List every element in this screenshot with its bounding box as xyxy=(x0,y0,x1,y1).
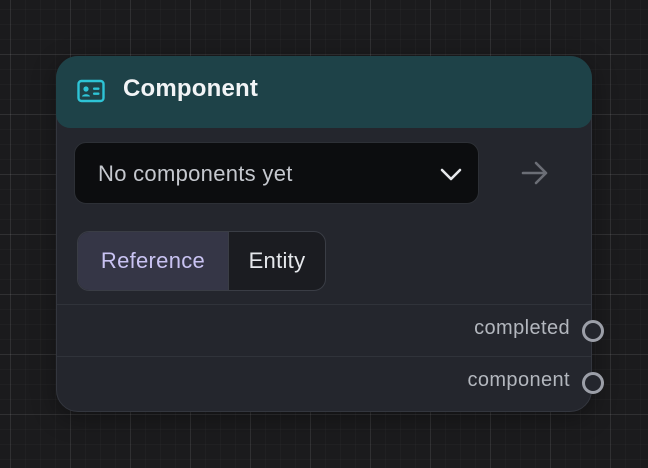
output-handle-component[interactable] xyxy=(582,372,604,394)
node-header[interactable]: Component xyxy=(56,56,592,128)
component-select[interactable]: No components yet xyxy=(74,142,479,204)
component-node[interactable]: Component No components yet Reference En… xyxy=(56,56,604,412)
mode-segmented-control[interactable]: Reference Entity xyxy=(77,231,326,291)
output-port-component: component xyxy=(57,357,604,409)
segment-entity[interactable]: Entity xyxy=(228,232,325,290)
output-port-completed: completed xyxy=(57,305,604,357)
go-to-component-button[interactable] xyxy=(515,155,555,191)
node-title: Component xyxy=(123,75,259,102)
id-card-icon xyxy=(77,79,105,103)
output-handle-completed[interactable] xyxy=(582,320,604,342)
component-select-value: No components yet xyxy=(98,161,293,186)
output-label-component: component xyxy=(467,369,570,391)
segment-reference[interactable]: Reference xyxy=(78,232,228,290)
chevron-down-icon xyxy=(440,168,462,181)
arrow-right-icon xyxy=(521,161,548,185)
output-label-completed: completed xyxy=(474,317,570,339)
